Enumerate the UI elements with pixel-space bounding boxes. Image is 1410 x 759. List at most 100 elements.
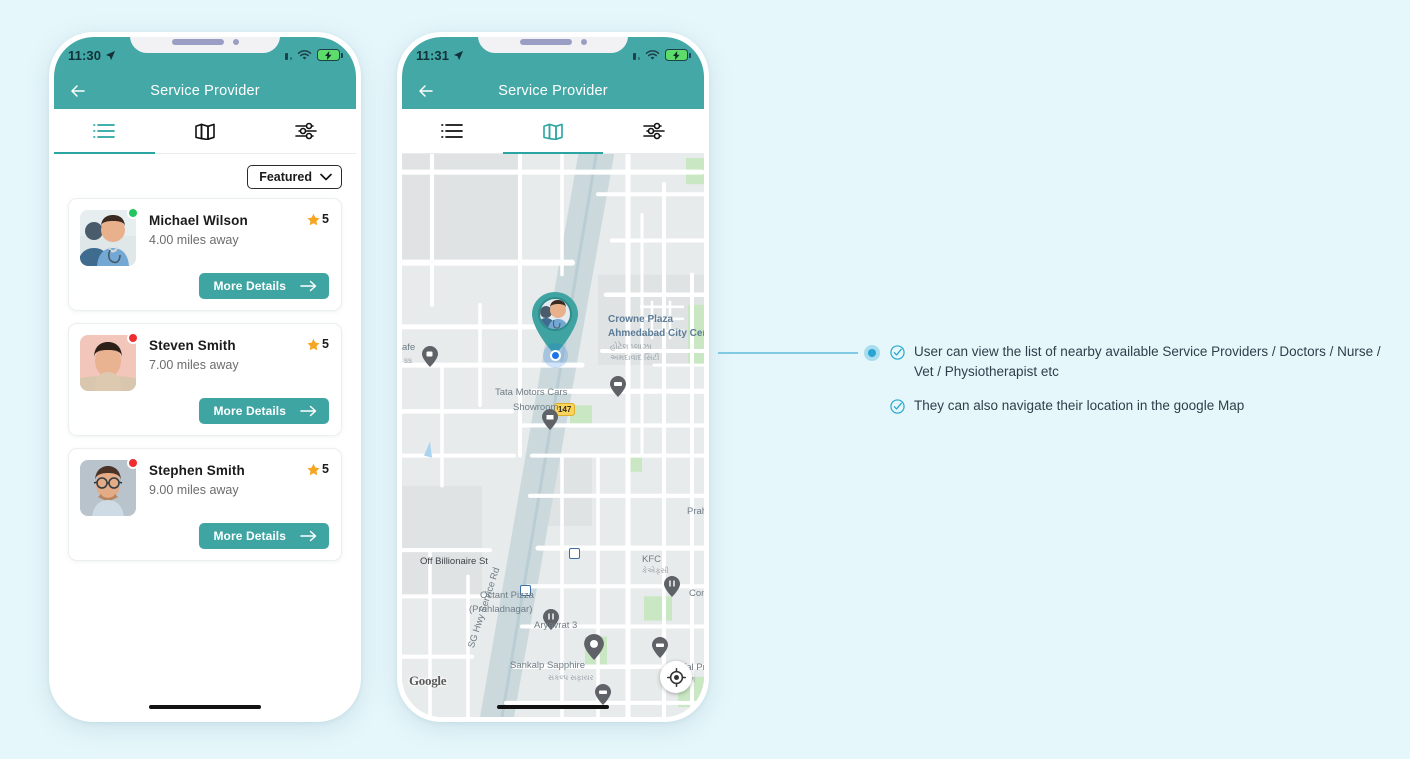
app-bar: Service Provider: [54, 73, 356, 109]
avatar-wrap: [80, 332, 139, 391]
signal-icon: [633, 50, 640, 60]
annotation-note-text: User can view the list of nearby availab…: [914, 344, 1381, 379]
card-actions: More Details: [80, 398, 329, 424]
map-icon: [195, 123, 215, 140]
app-bar: Service Provider: [402, 73, 704, 109]
annotation-note-text: They can also navigate their location in…: [914, 398, 1245, 413]
avatar-wrap: [80, 207, 139, 266]
tab-bar: [402, 109, 704, 154]
provider-summary: Stephen Smith 9.00 miles away: [80, 457, 329, 516]
avatar: [80, 335, 136, 391]
hotel-pin-icon: [610, 376, 626, 397]
sort-dropdown[interactable]: Featured: [247, 165, 342, 189]
back-arrow-icon[interactable]: [416, 81, 436, 101]
status-bar: 11:30: [54, 37, 356, 73]
lodging-pin-icon: [595, 684, 611, 705]
annotation-note: They can also navigate their location in…: [890, 396, 1390, 416]
provider-card[interactable]: 5: [68, 323, 342, 436]
restaurant-pin-icon: [664, 576, 680, 597]
chevron-down-icon: [320, 173, 332, 181]
navigation-arrow-icon: [105, 50, 116, 60]
provider-info: Michael Wilson 4.00 miles away: [149, 210, 329, 247]
map-icon: [543, 123, 563, 140]
status-time: 11:31: [416, 48, 464, 63]
provider-distance: 4.00 miles away: [149, 233, 239, 247]
bullet-dot: [868, 349, 876, 357]
provider-location-pin[interactable]: [531, 292, 579, 354]
back-arrow-icon[interactable]: [68, 81, 88, 101]
google-map[interactable]: 147 147 Crowne Plaza Ahmedabad City C: [402, 154, 704, 717]
notch: [130, 37, 280, 53]
provider-distance: 9.00 miles away: [149, 483, 239, 497]
provider-name: Stephen Smith: [149, 463, 245, 478]
tab-indicator: [255, 152, 356, 155]
speaker-grille: [519, 39, 572, 45]
rating-value: 5: [322, 212, 329, 226]
rating-value: 5: [322, 337, 329, 351]
more-details-button[interactable]: More Details: [199, 398, 329, 424]
provider-list: Featured 5 Michael Wilson 4.00 miles awa…: [54, 154, 356, 717]
more-details-label: More Details: [213, 404, 286, 418]
provider-name: Steven Smith: [149, 338, 236, 353]
card-actions: More Details: [80, 273, 329, 299]
notch: [478, 37, 628, 53]
arrow-right-icon: [300, 405, 317, 417]
status-badge: [127, 332, 139, 344]
rating: 5: [307, 337, 329, 351]
sliders-icon: [642, 122, 665, 140]
annotation-bullet: [864, 345, 880, 361]
tab-indicator: [54, 151, 155, 154]
home-indicator: [149, 704, 261, 709]
screen-map: 11:31 Service Provider 147 Crowne Plaza …: [402, 37, 704, 717]
tab-list[interactable]: [54, 109, 155, 154]
status-indicators: [285, 49, 343, 61]
google-attribution: Google: [409, 673, 447, 688]
star-icon: [307, 463, 320, 475]
battery-charging-icon: [317, 49, 343, 61]
more-details-button[interactable]: More Details: [199, 523, 329, 549]
annotation-notes: User can view the list of nearby availab…: [890, 342, 1390, 430]
tab-list[interactable]: [402, 109, 503, 153]
status-time-text: 11:31: [416, 47, 450, 63]
phone-list-screen: 11:30 Service Provider Featured 5 Michae…: [49, 32, 361, 722]
store-pin-icon: [542, 409, 558, 430]
card-actions: More Details: [80, 523, 329, 549]
tab-filter[interactable]: [603, 109, 704, 153]
provider-info: Steven Smith 7.00 miles away: [149, 335, 329, 372]
list-icon: [93, 124, 116, 138]
tab-bar: [54, 109, 356, 154]
rating-value: 5: [322, 462, 329, 476]
provider-info: Stephen Smith 9.00 miles away: [149, 460, 329, 497]
provider-summary: Michael Wilson 4.00 miles away: [80, 207, 329, 266]
status-badge: [127, 457, 139, 469]
locate-me-button[interactable]: [660, 661, 692, 693]
tab-map[interactable]: [502, 109, 604, 154]
tab-indicator: [155, 152, 256, 155]
star-icon: [307, 213, 320, 225]
provider-card[interactable]: 5: [68, 198, 342, 311]
arrow-right-icon: [300, 280, 317, 292]
provider-card[interactable]: 5: [68, 448, 342, 561]
speaker-grille: [171, 39, 224, 45]
lodging-pin-icon: [652, 637, 668, 658]
status-time-text: 11:30: [68, 47, 102, 63]
screen-list: 11:30 Service Provider Featured 5 Michae…: [54, 37, 356, 717]
more-details-label: More Details: [213, 529, 286, 543]
more-details-button[interactable]: More Details: [199, 273, 329, 299]
star-icon: [307, 338, 320, 350]
more-details-label: More Details: [213, 279, 286, 293]
tab-filter[interactable]: [255, 109, 356, 153]
check-circle-icon: [890, 399, 905, 414]
page-title: Service Provider: [498, 83, 608, 99]
navigation-arrow-icon: [453, 50, 464, 60]
map-canvas: [402, 154, 704, 717]
restaurant-pin-icon: [543, 609, 559, 630]
current-location-dot: [550, 350, 561, 361]
provider-name: Michael Wilson: [149, 213, 248, 228]
front-camera-icon: [580, 39, 587, 45]
arrow-right-icon: [300, 530, 317, 542]
battery-charging-icon: [665, 49, 691, 61]
tab-map[interactable]: [155, 109, 256, 153]
signal-icon: [285, 50, 292, 60]
page-root: 11:30 Service Provider Featured 5 Michae…: [0, 0, 1410, 759]
